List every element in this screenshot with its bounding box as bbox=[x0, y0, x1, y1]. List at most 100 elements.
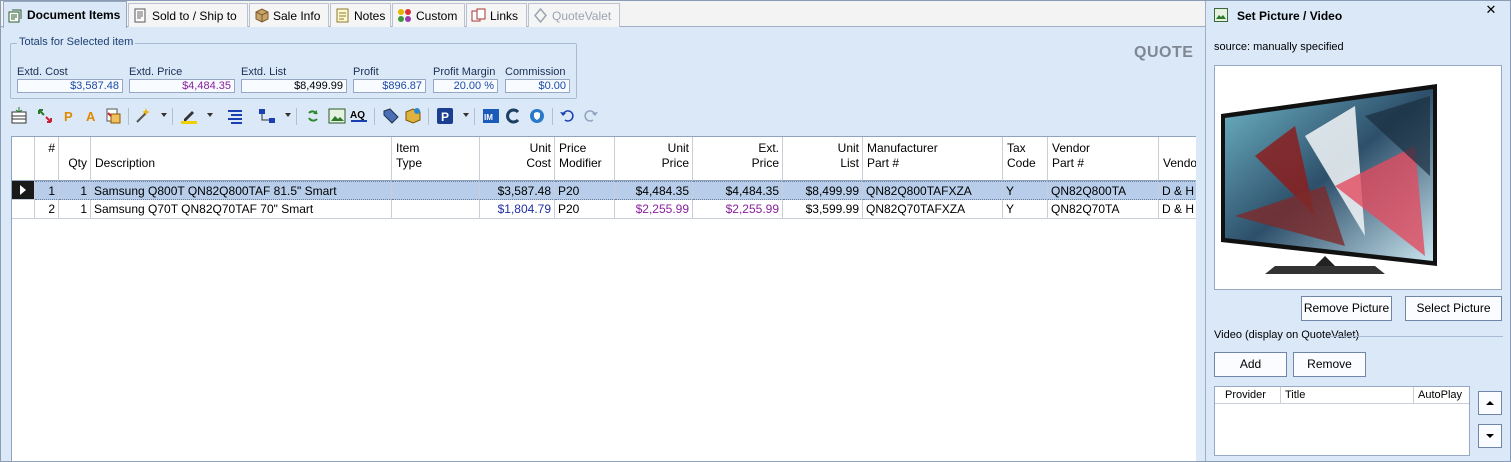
column-header-unit-price[interactable]: Unit Price bbox=[615, 137, 693, 181]
cell-price-modifier[interactable]: P20 bbox=[555, 181, 615, 200]
cell-qty[interactable]: 1 bbox=[59, 181, 91, 200]
column-header-vendor-part[interactable]: Vendor Part # bbox=[1048, 137, 1159, 181]
table-row[interactable]: 1 1 Samsung Q800T QN82Q800TAF 81.5" Smar… bbox=[12, 181, 1196, 200]
cell-manufacturer-part[interactable]: QN82Q70TAFXZA bbox=[863, 200, 1003, 219]
tab-document-items[interactable]: Document Items bbox=[3, 1, 127, 28]
package-icon[interactable] bbox=[404, 107, 422, 125]
column-header-manufacturer-part[interactable]: Manufacturer Part # bbox=[863, 137, 1003, 181]
header-label: Part # bbox=[1052, 156, 1085, 170]
cell-tax-code[interactable]: Y bbox=[1003, 181, 1048, 200]
extd-list-field: Extd. List $8,499.99 bbox=[241, 66, 347, 93]
tab-label: Custom bbox=[416, 8, 458, 23]
magic-wand-dropdown[interactable] bbox=[161, 113, 167, 117]
cell-vendor[interactable]: D & H bbox=[1159, 200, 1196, 219]
column-header-price-modifier[interactable]: Price Modifier bbox=[555, 137, 615, 181]
insert-row-icon[interactable] bbox=[10, 107, 28, 125]
column-header-description[interactable]: Description bbox=[91, 137, 392, 181]
cell-unit-price[interactable]: $4,484.35 bbox=[615, 181, 693, 200]
cell-tax-code[interactable]: Y bbox=[1003, 200, 1048, 219]
totals-group: Totals for Selected item Extd. Cost $3,5… bbox=[10, 36, 577, 99]
cell-vendor-part[interactable]: QN82Q70TA bbox=[1048, 200, 1159, 219]
shield-icon[interactable] bbox=[528, 107, 546, 125]
highlight-dropdown[interactable] bbox=[207, 113, 213, 117]
im-icon[interactable]: IM bbox=[482, 107, 500, 125]
p-badge-dropdown[interactable] bbox=[463, 113, 469, 117]
field-label: Commission bbox=[505, 66, 566, 78]
cell-unit-price[interactable]: $2,255.99 bbox=[615, 200, 693, 219]
cell-qty[interactable]: 1 bbox=[59, 200, 91, 219]
highlight-icon[interactable] bbox=[180, 107, 198, 125]
arrow-up-icon bbox=[1486, 401, 1494, 405]
cell-num[interactable]: 2 bbox=[35, 200, 59, 219]
quotevalet-icon bbox=[533, 7, 548, 24]
column-header-unit-cost[interactable]: Unit Cost bbox=[480, 137, 555, 181]
column-header-vendor[interactable]: Vendo bbox=[1159, 137, 1196, 181]
cell-unit-cost[interactable]: $3,587.48 bbox=[480, 181, 555, 200]
p-tag-icon[interactable]: P bbox=[60, 107, 78, 125]
tab-custom[interactable]: Custom bbox=[392, 3, 465, 27]
tab-label: QuoteValet bbox=[552, 8, 612, 23]
svg-text:AQ: AQ bbox=[350, 110, 365, 121]
move-items-icon[interactable] bbox=[36, 107, 54, 125]
column-header-item-type[interactable]: Item Type bbox=[392, 137, 480, 181]
column-header-num[interactable]: # bbox=[35, 137, 59, 181]
cell-description[interactable]: Samsung Q800T QN82Q800TAF 81.5" Smart bbox=[91, 181, 392, 200]
tab-notes[interactable]: Notes bbox=[330, 3, 391, 27]
paste-icon[interactable] bbox=[104, 107, 122, 125]
header-label: Price bbox=[751, 156, 779, 170]
a-tag-icon[interactable]: A bbox=[82, 107, 100, 125]
spell-check-icon[interactable]: AQ bbox=[350, 107, 368, 125]
cell-unit-list[interactable]: $8,499.99 bbox=[783, 181, 863, 200]
close-icon[interactable]: ✕ bbox=[1483, 2, 1499, 18]
undo-icon[interactable] bbox=[558, 107, 576, 125]
tab-quotevalet[interactable]: QuoteValet bbox=[528, 3, 620, 27]
move-down-button[interactable] bbox=[1478, 424, 1502, 448]
add-video-button[interactable]: Add bbox=[1214, 352, 1287, 377]
remove-video-button[interactable]: Remove bbox=[1293, 352, 1366, 377]
tag-icon[interactable] bbox=[382, 107, 400, 125]
magic-wand-icon[interactable] bbox=[134, 107, 152, 125]
column-header-tax-code[interactable]: Tax Code bbox=[1003, 137, 1048, 181]
cell-price-modifier[interactable]: P20 bbox=[555, 200, 615, 219]
video-header-autoplay[interactable]: AutoPlay bbox=[1414, 387, 1469, 404]
hierarchy-icon[interactable] bbox=[258, 107, 276, 125]
cell-item-type[interactable] bbox=[392, 200, 480, 219]
indent-list-icon[interactable] bbox=[226, 107, 244, 125]
picture-icon[interactable] bbox=[328, 107, 346, 125]
cell-ext-price[interactable]: $2,255.99 bbox=[693, 200, 783, 219]
table-row[interactable]: 2 1 Samsung Q70T QN82Q70TAF 70" Smart $1… bbox=[12, 200, 1196, 219]
sold-to-icon bbox=[133, 8, 148, 23]
tab-sale-info[interactable]: Sale Info bbox=[249, 3, 329, 27]
video-header-title[interactable]: Title bbox=[1281, 387, 1414, 404]
redo-icon[interactable] bbox=[582, 107, 600, 125]
column-header-ext-price[interactable]: Ext. Price bbox=[693, 137, 783, 181]
cell-ext-price[interactable]: $4,484.35 bbox=[693, 181, 783, 200]
header-label: Ext. bbox=[758, 141, 779, 155]
remove-picture-button[interactable]: Remove Picture bbox=[1301, 296, 1392, 321]
hierarchy-dropdown[interactable] bbox=[285, 113, 291, 117]
cell-unit-cost[interactable]: $1,804.79 bbox=[480, 200, 555, 219]
cell-item-type[interactable] bbox=[392, 181, 480, 200]
move-up-button[interactable] bbox=[1478, 391, 1502, 415]
refresh-icon[interactable] bbox=[304, 107, 322, 125]
cell-vendor[interactable]: D & H bbox=[1159, 181, 1196, 200]
video-list[interactable]: Provider Title AutoPlay bbox=[1214, 386, 1470, 456]
p-badge-icon[interactable]: P bbox=[436, 107, 454, 125]
video-header-provider[interactable]: Provider bbox=[1215, 387, 1281, 404]
column-header-qty[interactable]: Qty bbox=[59, 137, 91, 181]
cell-num[interactable]: 1 bbox=[35, 181, 59, 200]
select-picture-button[interactable]: Select Picture bbox=[1405, 296, 1502, 321]
cell-description[interactable]: Samsung Q70T QN82Q70TAF 70" Smart bbox=[91, 200, 392, 219]
cell-unit-list[interactable]: $3,599.99 bbox=[783, 200, 863, 219]
header-label: Tax bbox=[1007, 141, 1026, 155]
extd-cost-field: Extd. Cost $3,587.48 bbox=[17, 66, 123, 93]
cell-manufacturer-part[interactable]: QN82Q800TAFXZA bbox=[863, 181, 1003, 200]
cell-vendor-part[interactable]: QN82Q800TA bbox=[1048, 181, 1159, 200]
c-logo-icon[interactable] bbox=[504, 107, 522, 125]
tab-sold-to-ship-to[interactable]: Sold to / Ship to bbox=[128, 3, 248, 27]
document-items-grid[interactable]: # Qty Description Item Type Unit Cost Pric… bbox=[11, 136, 1196, 462]
tab-links[interactable]: Links bbox=[466, 3, 527, 27]
column-header-unit-list[interactable]: Unit List bbox=[783, 137, 863, 181]
field-label: Profit bbox=[353, 66, 379, 78]
svg-text:IM: IM bbox=[484, 113, 493, 122]
